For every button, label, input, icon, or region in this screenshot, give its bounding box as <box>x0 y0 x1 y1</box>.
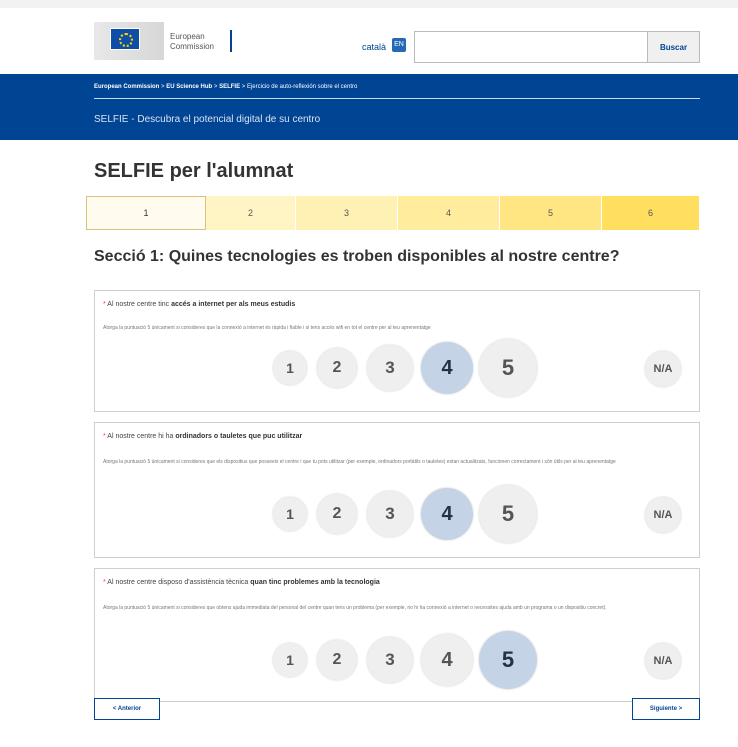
language-icon[interactable]: EN <box>392 38 406 52</box>
question-help: Atorga la puntuació 5 únicament si consi… <box>103 325 431 331</box>
language-selector[interactable]: català <box>362 42 386 52</box>
rating-2[interactable]: 2 <box>317 640 357 680</box>
question-prefix: Al nostre centre tinc <box>107 301 172 308</box>
logo-block <box>94 22 164 60</box>
step-5[interactable]: 5 <box>500 196 602 230</box>
progress-steps: 1 2 3 4 5 6 <box>86 196 700 230</box>
rating-3[interactable]: 3 <box>367 345 413 391</box>
rating-na[interactable]: N/A <box>645 497 681 533</box>
crumb-separator: > <box>213 84 218 90</box>
crumb-separator: > <box>161 84 165 90</box>
question-help: Atorga la puntuació 5 únicament si consi… <box>103 605 607 611</box>
top-strip <box>0 0 738 8</box>
logo-divider <box>230 30 232 52</box>
section-title: Secció 1: Quines tecnologies es troben d… <box>94 248 620 265</box>
step-3[interactable]: 3 <box>296 196 398 230</box>
question-text: * Al nostre centre disposo d'assistència… <box>103 579 380 586</box>
step-1[interactable]: 1 <box>86 196 206 230</box>
rating-1[interactable]: 1 <box>273 351 307 385</box>
question-card: * Al nostre centre hi ha ordinadors o ta… <box>94 422 700 558</box>
question-prefix: Al nostre centre hi ha <box>107 433 176 440</box>
crumb-separator: > <box>241 84 246 90</box>
rating-na[interactable]: N/A <box>645 643 681 679</box>
crumb-european-commission[interactable]: European Commission <box>94 84 159 90</box>
site-name: SELFIE - Descubra el potencial digital d… <box>94 114 321 125</box>
rating-4[interactable]: 4 <box>421 488 473 540</box>
question-text: * Al nostre centre tinc accés a internet… <box>103 301 295 308</box>
rating-1[interactable]: 1 <box>273 497 307 531</box>
rating-1[interactable]: 1 <box>273 643 307 677</box>
banner-divider <box>94 98 700 99</box>
step-6[interactable]: 6 <box>602 196 700 230</box>
required-mark: * <box>103 579 106 586</box>
logo-line1: European <box>170 32 205 41</box>
question-card: * Al nostre centre disposo d'assistència… <box>94 568 700 702</box>
question-help: Atorga la puntuació 5 únicament si consi… <box>103 459 616 465</box>
rating-5[interactable]: 5 <box>479 485 537 543</box>
question-bold: quan tinc problemes amb la tecnologia <box>250 579 380 586</box>
step-4[interactable]: 4 <box>398 196 500 230</box>
step-2[interactable]: 2 <box>206 196 296 230</box>
rating-2[interactable]: 2 <box>317 348 357 388</box>
previous-button[interactable]: < Anterior <box>94 698 160 720</box>
crumb-eu-science-hub[interactable]: EU Science Hub <box>166 84 212 90</box>
breadcrumb: European Commission > EU Science Hub > S… <box>94 84 357 90</box>
eu-flag-icon <box>110 28 140 50</box>
required-mark: * <box>103 301 106 308</box>
rating-na[interactable]: N/A <box>645 351 681 387</box>
question-prefix: Al nostre centre disposo d'assistència t… <box>107 579 251 586</box>
next-button[interactable]: Siguiente > <box>632 698 700 720</box>
logo-text: European Commission <box>170 32 214 52</box>
rating-3[interactable]: 3 <box>367 491 413 537</box>
rating-4[interactable]: 4 <box>421 342 473 394</box>
rating-4[interactable]: 4 <box>421 634 473 686</box>
question-text: * Al nostre centre hi ha ordinadors o ta… <box>103 433 302 440</box>
question-bold: ordinadors o tauletes que puc utilitzar <box>175 433 303 440</box>
crumb-selfie[interactable]: SELFIE <box>219 84 240 90</box>
rating-3[interactable]: 3 <box>367 637 413 683</box>
rating-2[interactable]: 2 <box>317 494 357 534</box>
rating-5[interactable]: 5 <box>479 339 537 397</box>
search-input[interactable] <box>414 31 648 63</box>
logo-line2: Commission <box>170 42 215 51</box>
search-button[interactable]: Buscar <box>648 31 700 63</box>
question-bold: accés a internet per als meus estudis <box>171 301 296 308</box>
page-title: SELFIE per l'alumnat <box>94 160 294 182</box>
crumb-current: Ejercicio de auto-reflexión sobre el cen… <box>246 84 358 90</box>
required-mark: * <box>103 433 106 440</box>
rating-5[interactable]: 5 <box>479 631 537 689</box>
question-card: * Al nostre centre tinc accés a internet… <box>94 290 700 412</box>
european-commission-logo[interactable]: European Commission <box>94 20 244 68</box>
